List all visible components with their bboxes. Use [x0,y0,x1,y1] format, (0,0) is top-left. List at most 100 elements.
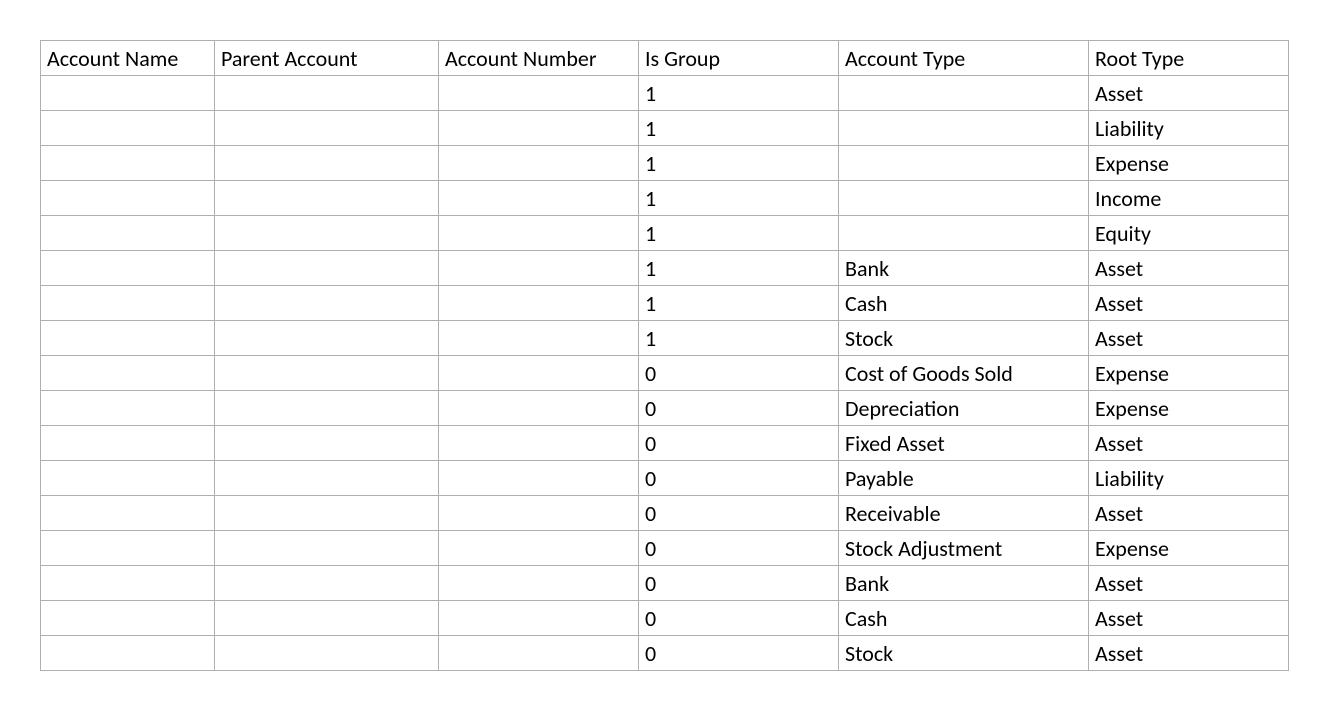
cell-is-group: 0 [639,496,839,531]
table-row: 0BankAsset [41,566,1289,601]
cell-account-number [439,426,639,461]
cell-account-name [41,461,215,496]
cell-account-number [439,391,639,426]
table-row: 1StockAsset [41,321,1289,356]
cell-parent-account [215,601,439,636]
cell-account-type: Stock Adjustment [839,531,1089,566]
cell-is-group: 0 [639,391,839,426]
cell-parent-account [215,566,439,601]
cell-account-type [839,216,1089,251]
cell-account-number [439,321,639,356]
cell-account-name [41,356,215,391]
cell-root-type: Asset [1089,251,1289,286]
cell-is-group: 0 [639,531,839,566]
cell-parent-account [215,496,439,531]
cell-account-type: Cost of Goods Sold [839,356,1089,391]
cell-root-type: Asset [1089,566,1289,601]
cell-is-group: 1 [639,181,839,216]
cell-account-type: Stock [839,321,1089,356]
cell-root-type: Asset [1089,601,1289,636]
table-row: 1CashAsset [41,286,1289,321]
cell-is-group: 0 [639,461,839,496]
cell-root-type: Income [1089,181,1289,216]
cell-account-number [439,531,639,566]
cell-parent-account [215,321,439,356]
cell-root-type: Expense [1089,531,1289,566]
cell-account-name [41,601,215,636]
cell-account-number [439,601,639,636]
cell-parent-account [215,111,439,146]
cell-account-number [439,111,639,146]
cell-parent-account [215,636,439,671]
cell-account-name [41,426,215,461]
cell-parent-account [215,76,439,111]
cell-parent-account [215,391,439,426]
cell-account-type: Stock [839,636,1089,671]
cell-root-type: Asset [1089,321,1289,356]
cell-account-number [439,76,639,111]
cell-is-group: 0 [639,601,839,636]
cell-is-group: 1 [639,76,839,111]
cell-is-group: 1 [639,146,839,181]
cell-account-name [41,286,215,321]
cell-parent-account [215,461,439,496]
cell-account-type [839,111,1089,146]
cell-is-group: 0 [639,566,839,601]
table-row: 0Cost of Goods SoldExpense [41,356,1289,391]
col-header-account-type: Account Type [839,41,1089,76]
cell-is-group: 0 [639,636,839,671]
cell-account-type: Depreciation [839,391,1089,426]
cell-parent-account [215,251,439,286]
cell-is-group: 1 [639,286,839,321]
table-row: 1Expense [41,146,1289,181]
table-row: 0ReceivableAsset [41,496,1289,531]
cell-account-number [439,636,639,671]
cell-root-type: Liability [1089,461,1289,496]
table-row: 0PayableLiability [41,461,1289,496]
cell-is-group: 1 [639,251,839,286]
cell-parent-account [215,531,439,566]
cell-account-type: Cash [839,601,1089,636]
cell-parent-account [215,216,439,251]
cell-account-name [41,321,215,356]
cell-root-type: Asset [1089,76,1289,111]
cell-account-type: Receivable [839,496,1089,531]
cell-root-type: Equity [1089,216,1289,251]
table-row: 0Fixed AssetAsset [41,426,1289,461]
table-row: 1 Asset [41,76,1289,111]
cell-account-number [439,251,639,286]
col-header-is-group: Is Group [639,41,839,76]
cell-account-type [839,76,1089,111]
cell-account-type: Payable [839,461,1089,496]
cell-parent-account [215,146,439,181]
cell-root-type: Expense [1089,356,1289,391]
cell-account-name [41,111,215,146]
cell-account-number [439,566,639,601]
table-header-row: Account Name Parent Account Account Numb… [41,41,1289,76]
table-row: 1Liability [41,111,1289,146]
cell-account-name [41,181,215,216]
cell-account-type [839,181,1089,216]
cell-account-type: Fixed Asset [839,426,1089,461]
cell-account-name [41,76,215,111]
table-row: 1 Income [41,181,1289,216]
cell-account-number [439,286,639,321]
cell-account-name [41,216,215,251]
cell-account-number [439,216,639,251]
cell-parent-account [215,181,439,216]
table-row: 1Equity [41,216,1289,251]
table-row: 0DepreciationExpense [41,391,1289,426]
table-row: 1BankAsset [41,251,1289,286]
table-row: 0StockAsset [41,636,1289,671]
cell-account-name [41,146,215,181]
col-header-root-type: Root Type [1089,41,1289,76]
cell-root-type: Liability [1089,111,1289,146]
cell-account-type [839,146,1089,181]
cell-root-type: Asset [1089,286,1289,321]
cell-root-type: Asset [1089,636,1289,671]
cell-root-type: Asset [1089,496,1289,531]
col-header-account-number: Account Number [439,41,639,76]
cell-account-number [439,181,639,216]
cell-account-number [439,356,639,391]
cell-account-name [41,636,215,671]
